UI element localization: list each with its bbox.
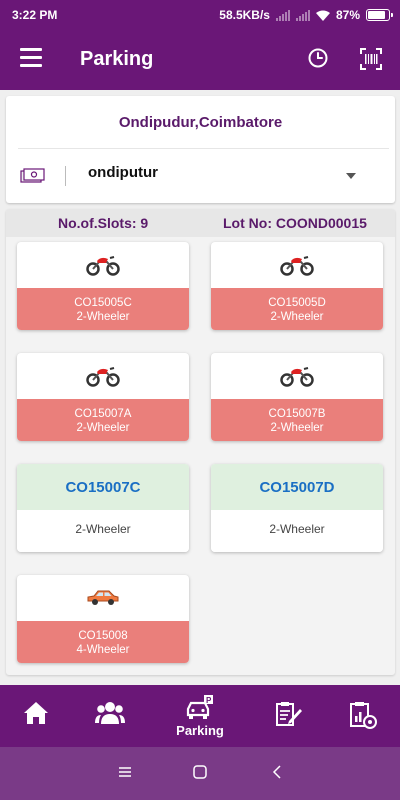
battery-icon <box>366 9 393 21</box>
slot-code: CO15007D <box>211 464 383 510</box>
nav-item-users[interactable] <box>80 685 140 747</box>
slot-card[interactable]: CO15007C 2-Wheeler <box>17 464 189 552</box>
location-select[interactable]: ondiputur <box>88 164 158 181</box>
nav-item-home[interactable] <box>6 685 66 747</box>
nav-item-reports[interactable] <box>333 685 393 747</box>
slot-code: CO15007A <box>74 408 132 420</box>
slot-type: 2-Wheeler <box>270 311 324 323</box>
users-icon <box>95 702 125 724</box>
nav-label-parking: Parking <box>176 723 224 738</box>
slot-type: 2-Wheeler <box>270 422 324 434</box>
slots-count: No.of.Slots: 9 <box>58 215 149 231</box>
divider <box>18 148 389 149</box>
slot-card[interactable]: CO15007B 2-Wheeler <box>211 353 383 441</box>
signal-icon <box>275 9 290 21</box>
slot-type: 2-Wheeler <box>76 311 130 323</box>
signal-icon-2 <box>295 9 310 21</box>
wifi-icon <box>315 10 330 21</box>
page-title: Parking <box>80 48 154 70</box>
lot-number: Lot No: COOND00015 <box>223 215 367 231</box>
motorcycle-icon <box>280 256 314 276</box>
app-bar: Parking <box>0 30 400 90</box>
clock-icon[interactable] <box>307 47 329 69</box>
slot-type: 4-Wheeler <box>76 644 130 656</box>
slot-code: CO15007B <box>268 408 326 420</box>
motorcycle-icon <box>86 256 120 276</box>
slot-card[interactable]: CO15005D 2-Wheeler <box>211 242 383 330</box>
slot-code: CO15008 <box>78 630 128 642</box>
status-bar: 3:22 PM 58.5KB/s 87% <box>0 0 400 30</box>
money-icon <box>20 168 45 183</box>
barcode-scan-icon[interactable] <box>360 48 382 70</box>
slot-card[interactable]: CO15007D 2-Wheeler <box>211 464 383 552</box>
parking-car-icon: P <box>186 695 213 719</box>
slot-type: 2-Wheeler <box>17 510 189 552</box>
motorcycle-icon <box>86 367 120 387</box>
recent-apps-icon[interactable] <box>118 765 132 779</box>
network-speed: 58.5KB/s <box>219 8 270 22</box>
bottom-nav: P Parking <box>0 685 400 747</box>
location-title: Ondipudur,Coimbatore <box>118 114 283 131</box>
slot-code: CO15005C <box>74 297 132 309</box>
slot-card[interactable]: CO15008 4-Wheeler <box>17 575 189 663</box>
separator <box>65 166 66 186</box>
home-icon <box>24 702 48 724</box>
slot-type: 2-Wheeler <box>76 422 130 434</box>
car-icon <box>87 590 119 605</box>
slot-code: CO15005D <box>268 297 326 309</box>
form-edit-icon <box>276 702 302 726</box>
slot-type: 2-Wheeler <box>211 510 383 552</box>
nav-item-forms[interactable] <box>259 685 319 747</box>
menu-icon[interactable] <box>20 48 42 70</box>
battery-fill <box>368 11 385 19</box>
status-time: 3:22 PM <box>12 8 58 22</box>
slot-code: CO15007C <box>17 464 189 510</box>
slot-card[interactable]: CO15007A 2-Wheeler <box>17 353 189 441</box>
svg-text:P: P <box>206 696 212 705</box>
battery-percent: 87% <box>335 8 360 22</box>
slot-card[interactable]: CO15005C 2-Wheeler <box>17 242 189 330</box>
motorcycle-icon <box>280 367 314 387</box>
report-settings-icon <box>350 702 377 729</box>
system-nav-bar <box>0 747 400 800</box>
location-card: Ondipudur,Coimbatore <box>6 96 395 203</box>
home-button-icon[interactable] <box>193 765 207 779</box>
chevron-down-icon[interactable] <box>346 173 356 179</box>
back-icon[interactable] <box>272 765 282 779</box>
nav-item-parking[interactable]: P Parking <box>170 685 230 747</box>
